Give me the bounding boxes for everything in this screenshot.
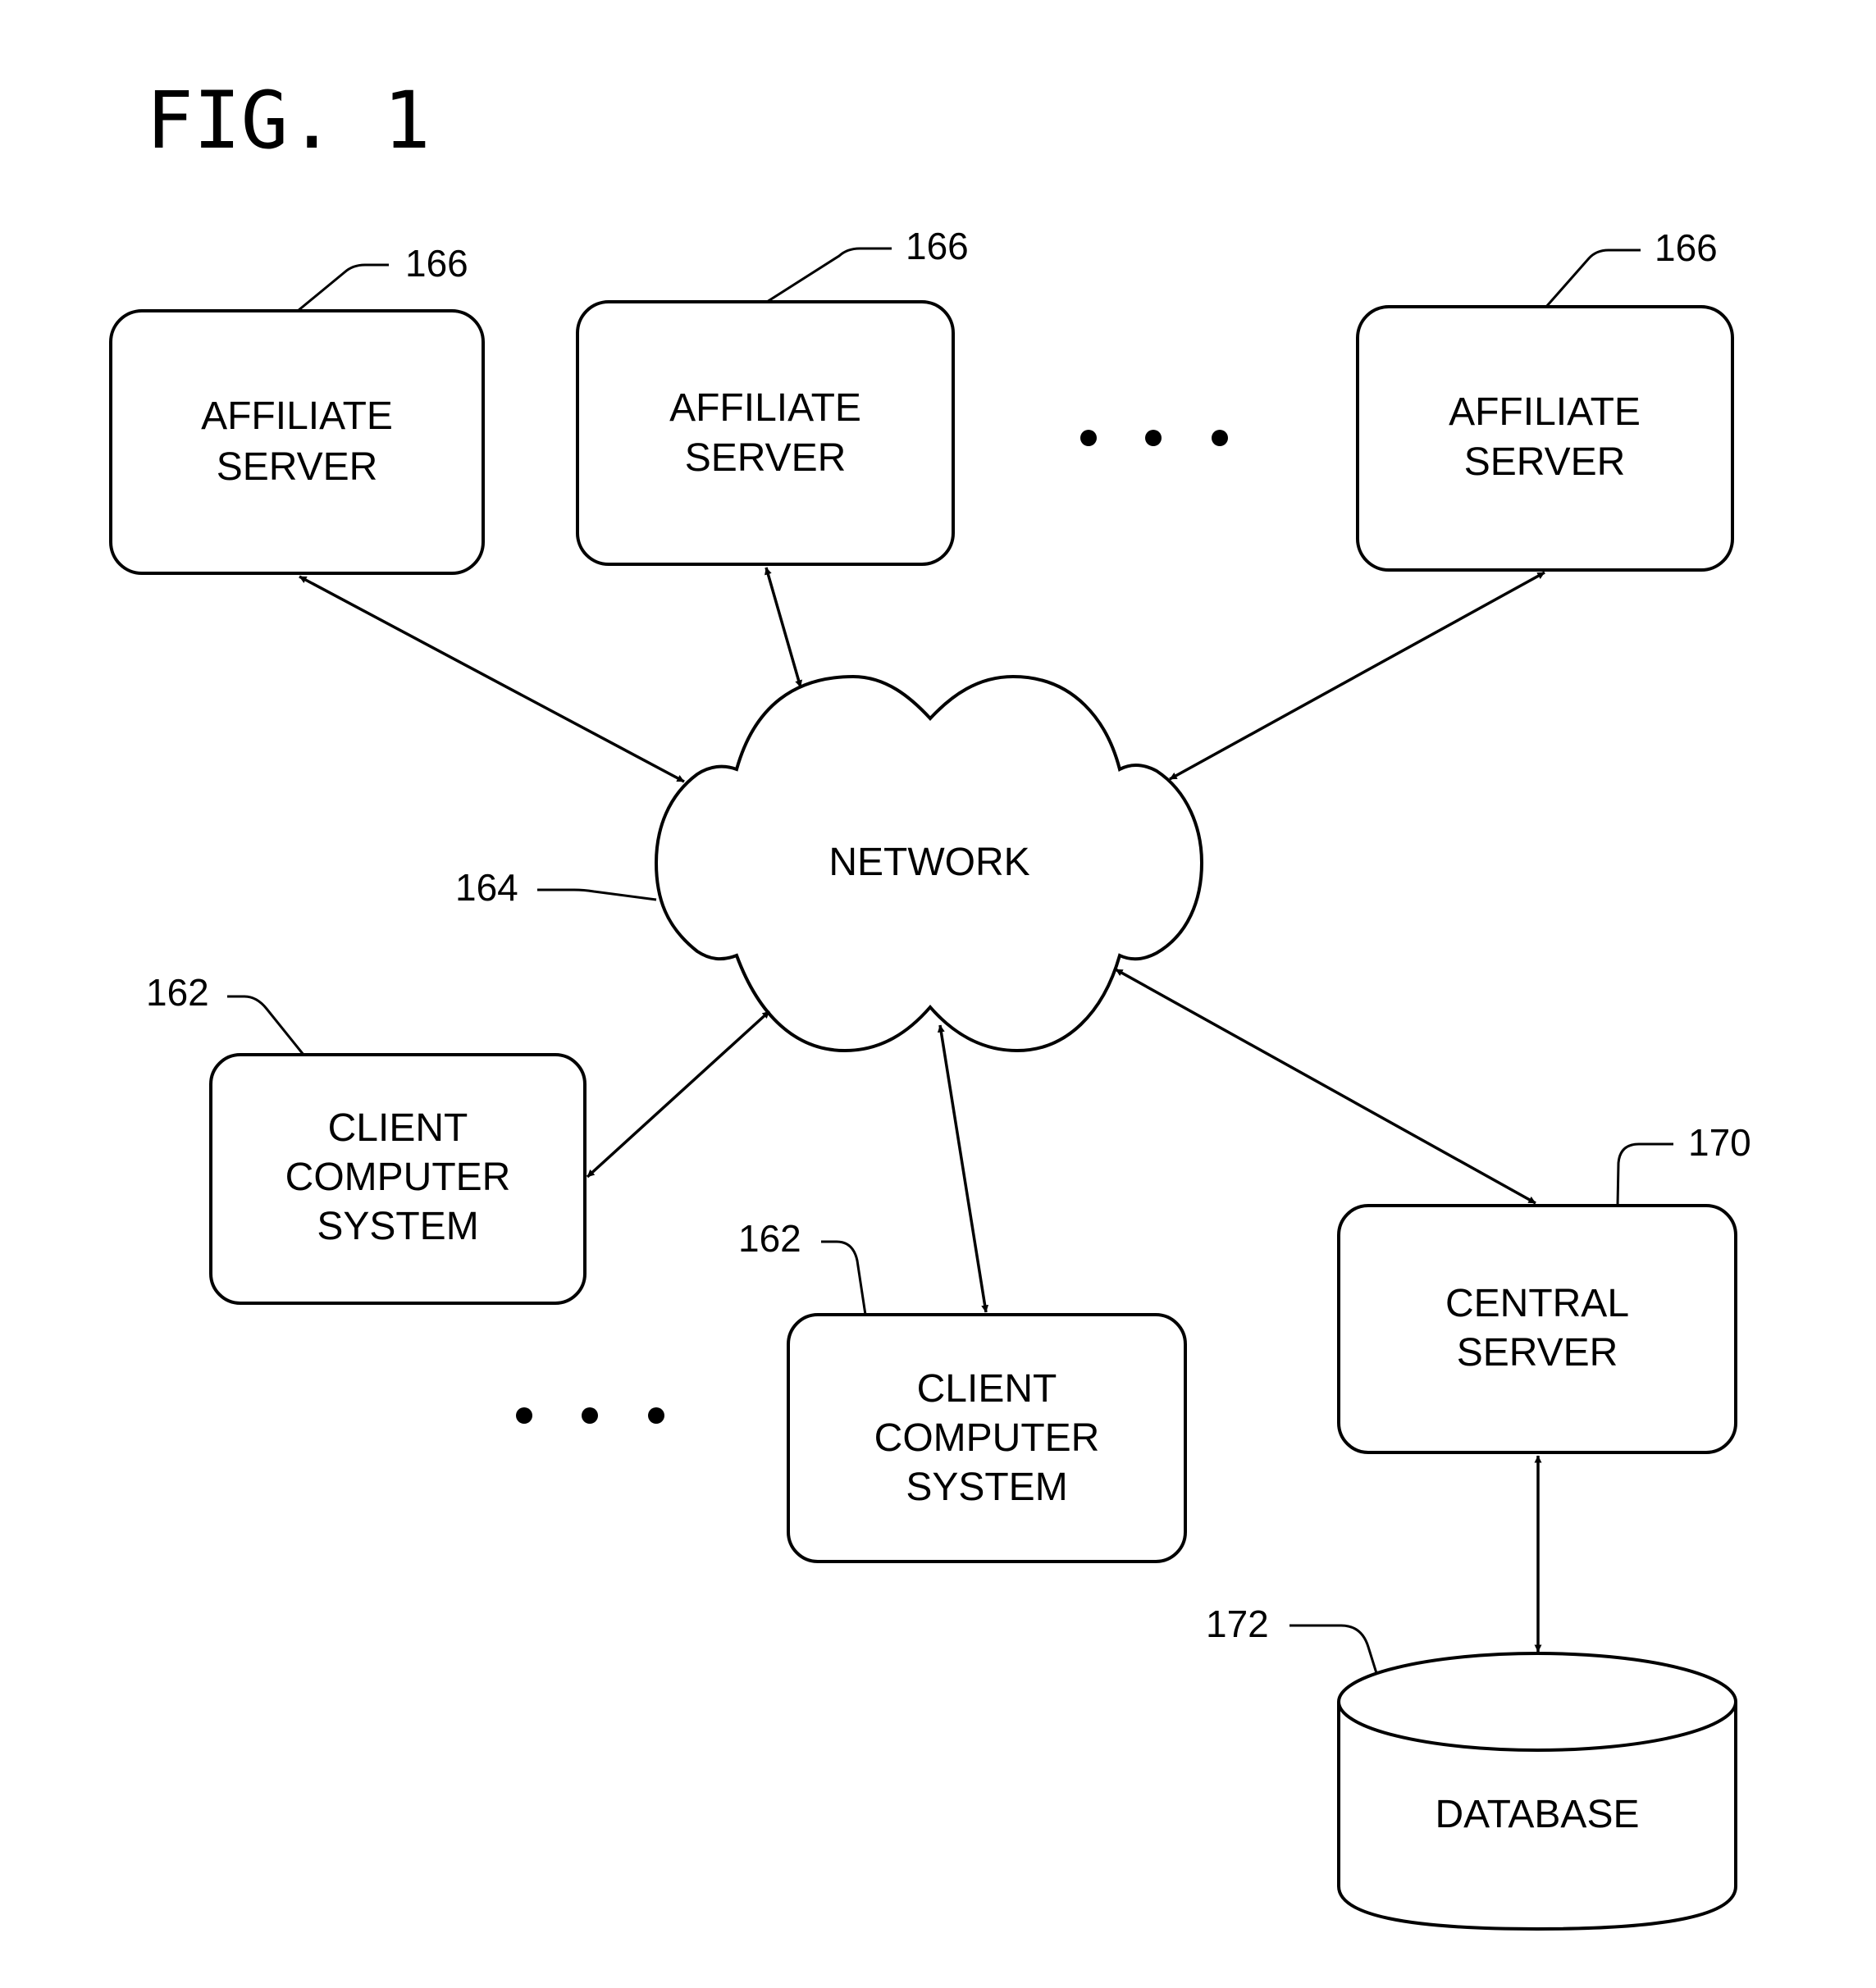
affiliate-server-2-leader-line	[766, 247, 892, 303]
affiliate-server-1: AFFILIATE SERVER 166	[109, 242, 485, 575]
affiliate-server-1-leader-line	[297, 263, 389, 312]
network-ref-number: 164	[455, 866, 518, 909]
ellipsis-dot	[582, 1407, 598, 1424]
affiliate-server-3-leader-line	[1545, 248, 1641, 308]
system-diagram: FIG. 1 AFFILIATE SERVER 166 AFFILIATE SE…	[109, 75, 1751, 1931]
edge-affiliate-2-network	[765, 567, 802, 688]
database-ref-number: 172	[1206, 1603, 1269, 1645]
network-cloud: NETWORK	[654, 674, 1204, 1053]
affiliate-server-2-label-line1: AFFILIATE	[669, 386, 861, 430]
client-1-ref-number: 162	[146, 971, 209, 1014]
database: DATABASE 172	[1206, 1603, 1737, 1931]
network-leader-line	[537, 888, 657, 901]
client-ellipsis	[516, 1407, 664, 1424]
client-computer-system-1: CLIENT COMPUTER SYSTEM 162	[146, 971, 587, 1305]
edge-affiliate-3-network	[1169, 571, 1545, 781]
affiliate-server-1-ref-number: 166	[405, 242, 468, 285]
database-label: DATABASE	[1436, 1793, 1640, 1836]
affiliate-server-3-label-line1: AFFILIATE	[1449, 390, 1641, 434]
ellipsis-dot	[516, 1407, 532, 1424]
client-2-label-line2: COMPUTER	[874, 1416, 1100, 1460]
affiliate-server-3-box	[1356, 305, 1734, 572]
client-2-ref-number: 162	[738, 1217, 801, 1260]
client-1-label-line1: CLIENT	[328, 1106, 468, 1150]
affiliate-server-3-ref-number: 166	[1655, 226, 1718, 269]
affiliate-server-2-box	[576, 300, 955, 566]
central-server-leader-line	[1616, 1142, 1673, 1206]
affiliate-server-1-box	[109, 309, 485, 575]
affiliate-server-3: AFFILIATE SERVER 166	[1356, 226, 1734, 572]
client-2-leader-line	[821, 1240, 867, 1315]
edge-client-2-network	[937, 1024, 989, 1313]
client-1-label-line3: SYSTEM	[317, 1205, 478, 1248]
affiliate-server-2-ref-number: 166	[906, 225, 969, 267]
affiliate-server-3-label-line2: SERVER	[1464, 440, 1626, 484]
affiliate-server-1-label-line2: SERVER	[217, 445, 378, 489]
affiliate-ellipsis	[1080, 430, 1228, 446]
affiliate-server-2-label-line2: SERVER	[685, 436, 847, 480]
database-leader-line	[1289, 1624, 1378, 1674]
edge-client-1-network	[586, 1010, 771, 1179]
affiliate-server-2: AFFILIATE SERVER 166	[576, 225, 969, 566]
affiliate-server-1-label-line1: AFFILIATE	[201, 394, 393, 438]
figure-title: FIG. 1	[146, 75, 431, 166]
client-2-label-line1: CLIENT	[917, 1367, 1057, 1411]
network-label: NETWORK	[828, 841, 1029, 884]
central-server-label-line1: CENTRAL	[1445, 1282, 1629, 1325]
client-2-label-line3: SYSTEM	[906, 1466, 1067, 1509]
edge-affiliate-1-network	[299, 575, 685, 783]
ellipsis-dot	[1145, 430, 1162, 446]
ellipsis-dot	[648, 1407, 664, 1424]
central-server-ref-number: 170	[1688, 1121, 1751, 1164]
central-server-label-line2: SERVER	[1457, 1331, 1618, 1375]
central-server-box	[1337, 1204, 1737, 1454]
database-top	[1337, 1652, 1737, 1752]
central-server: CENTRAL SERVER 170	[1337, 1121, 1751, 1454]
ellipsis-dot	[1080, 430, 1097, 446]
edge-central-network	[1115, 968, 1536, 1205]
client-1-label-line2: COMPUTER	[285, 1156, 511, 1199]
client-1-leader-line	[227, 995, 305, 1056]
client-computer-system-2: CLIENT COMPUTER SYSTEM 162	[738, 1217, 1187, 1563]
ellipsis-dot	[1212, 430, 1228, 446]
